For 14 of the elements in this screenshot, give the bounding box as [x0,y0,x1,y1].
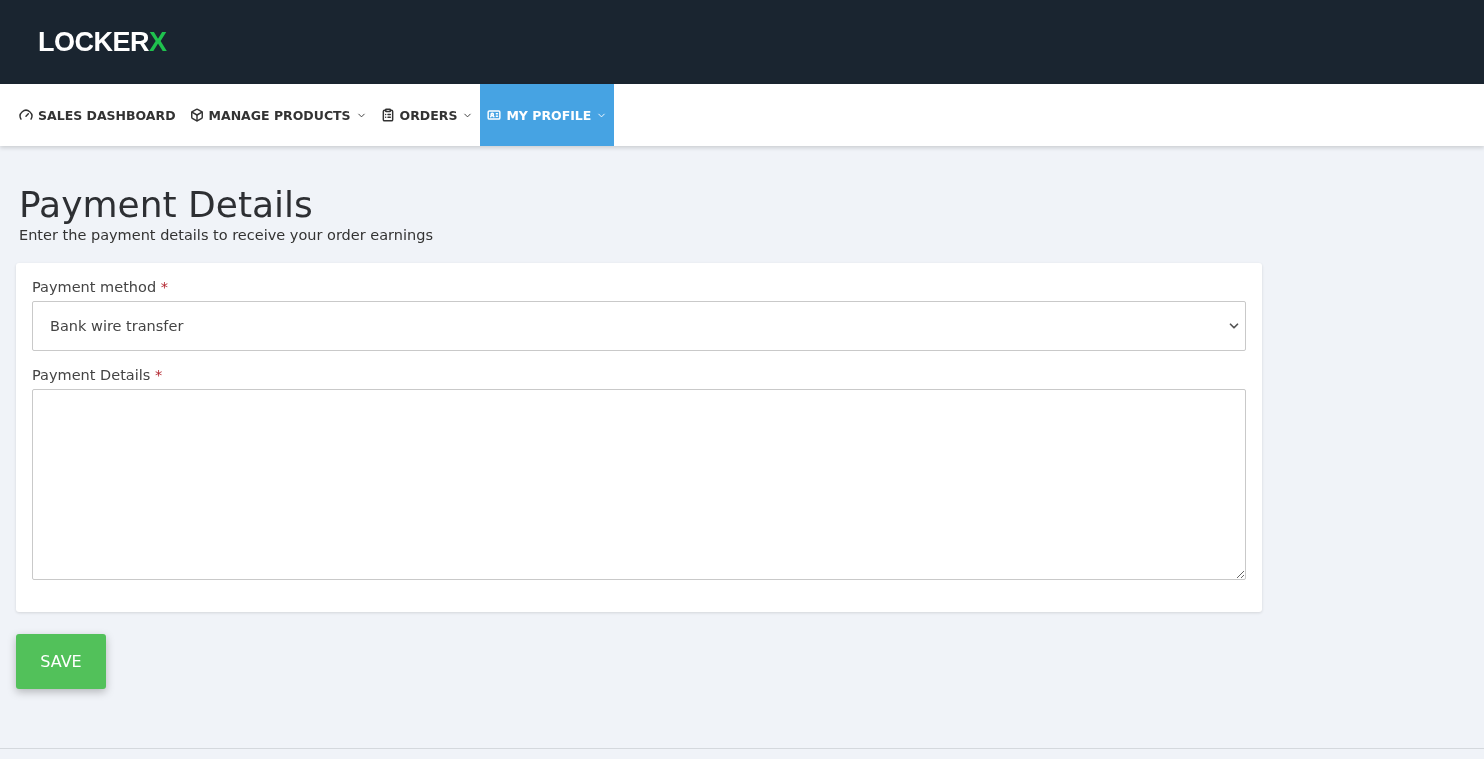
nav-item-icon [19,108,33,122]
nav-item-icon [189,108,204,122]
field-label: Payment method * [32,279,169,295]
textarea-field[interactable] [32,389,1246,580]
nav-item-icon [487,108,502,122]
nav-item-icon [380,108,395,122]
page-subtitle: Enter the payment details to receive your order earnings [19,227,434,243]
select-field[interactable]: Bank wire transfer [32,301,1246,351]
nav-menu-item[interactable]: SALES DASHBOARD [12,84,183,146]
nav-menu-item[interactable]: MANAGE PRODUCTS [182,84,374,146]
nav-menu-item[interactable]: ORDERS [373,84,481,146]
logo: LOCKERX [38,26,167,58]
page-title: Payment Details [19,184,314,225]
field-label: Payment Details * [32,367,164,383]
